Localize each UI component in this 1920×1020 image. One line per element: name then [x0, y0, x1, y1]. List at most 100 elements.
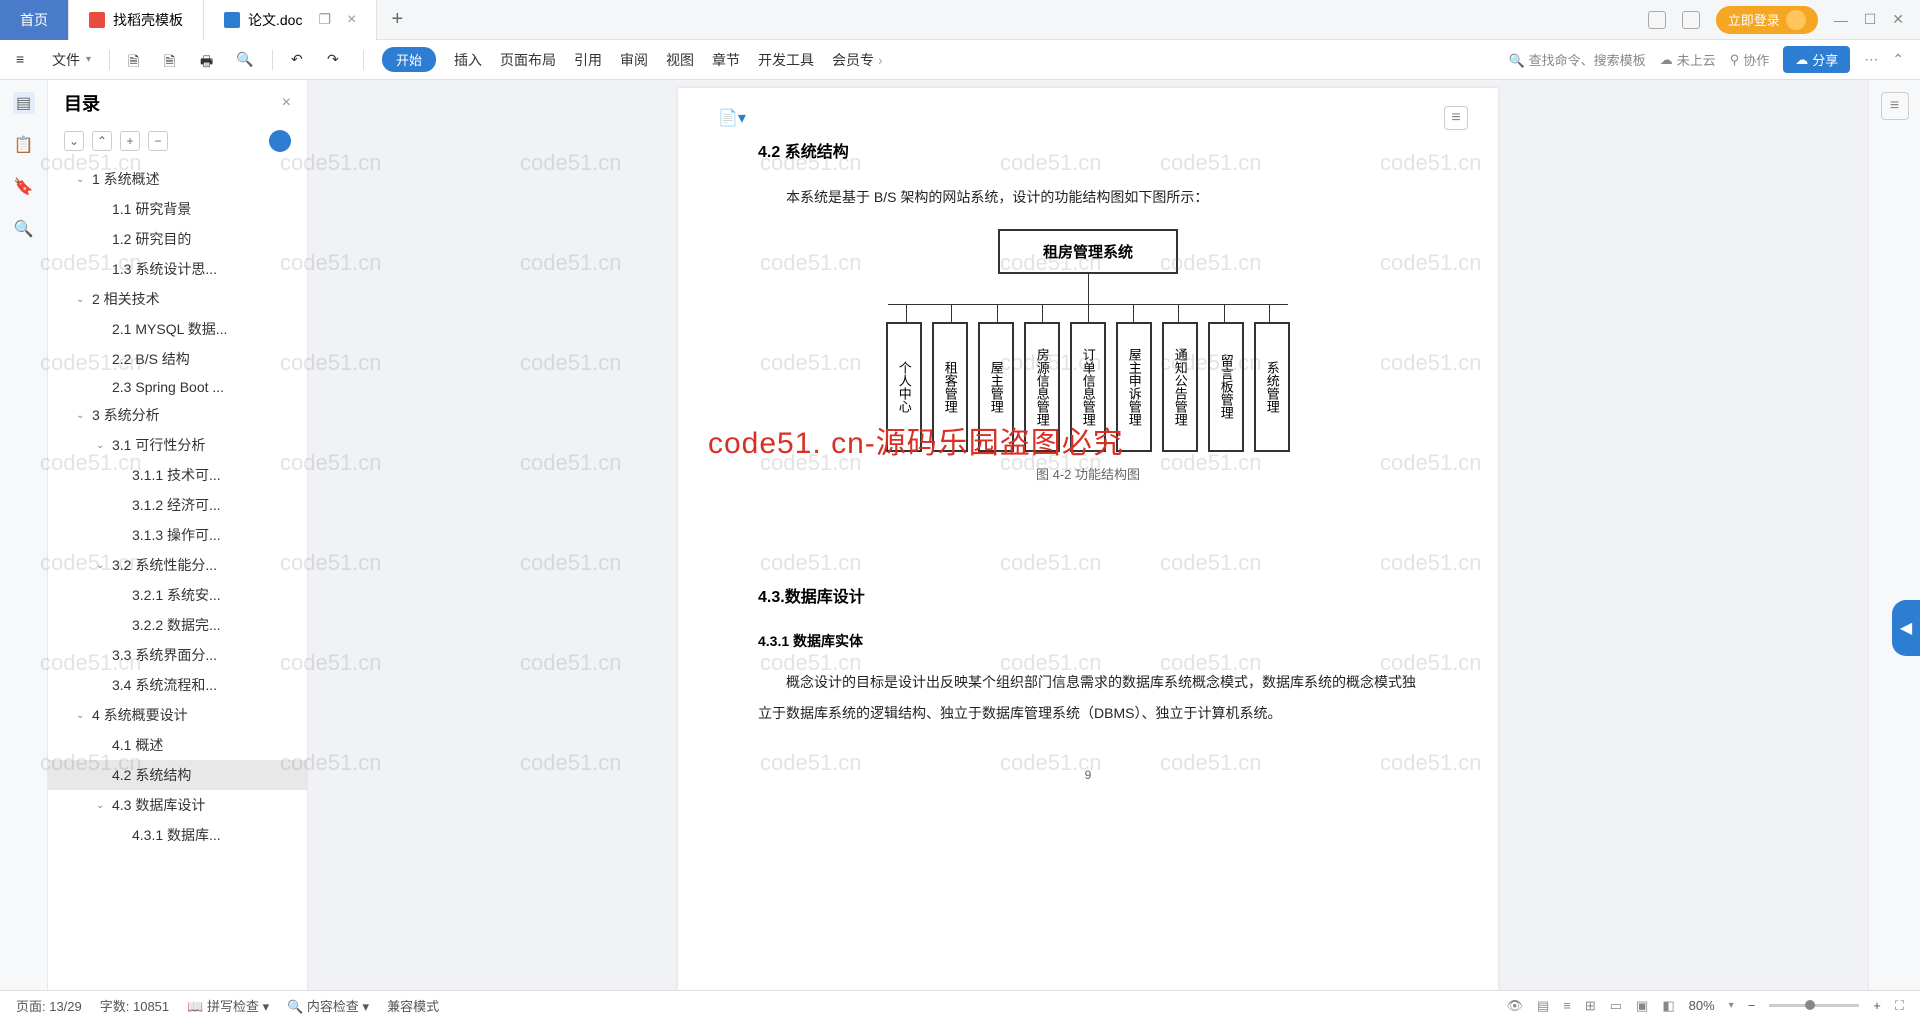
- outline-item[interactable]: 1.3 系统设计思...: [48, 254, 307, 284]
- expand-all-icon[interactable]: ⌃: [92, 131, 112, 151]
- status-bar: 页面: 13/29 字数: 10851 📖 拼写检查 ▾ 🔍 内容检查 ▾ 兼容…: [0, 990, 1920, 1020]
- status-compat[interactable]: 兼容模式: [387, 996, 439, 1015]
- view-outline-icon[interactable]: ≡: [1563, 998, 1571, 1013]
- minimize-button[interactable]: —: [1834, 12, 1848, 28]
- zoom-value[interactable]: 80%: [1689, 998, 1715, 1013]
- ribbon-toolbar: ≡ 文件 ▾ 🗎 🗎 🖶 🔍 ↶ ↷ 开始 插入 页面布局 引用 审阅 视图 章…: [0, 40, 1920, 80]
- view-read-icon[interactable]: ▭: [1610, 998, 1622, 1014]
- ruler-icon[interactable]: ◧: [1662, 998, 1674, 1014]
- layout-icon[interactable]: [1648, 11, 1666, 29]
- outline-item[interactable]: ⌄4 系统概要设计: [48, 700, 307, 730]
- page-options-icon[interactable]: ≡: [1444, 106, 1468, 130]
- print-preview-icon[interactable]: 🔍: [236, 51, 254, 69]
- remove-heading-icon[interactable]: −: [148, 131, 168, 151]
- command-search[interactable]: 🔍 查找命令、搜索模板: [1509, 50, 1646, 69]
- more-icon[interactable]: ⋯: [1864, 51, 1878, 68]
- right-rail-toggle-icon[interactable]: ≡: [1881, 92, 1909, 120]
- ribbon-start[interactable]: 开始: [382, 47, 436, 72]
- outline-item-label: 3 系统分析: [92, 405, 160, 425]
- outline-item[interactable]: 3.1.3 操作可...: [48, 520, 307, 550]
- outline-sync-icon[interactable]: [269, 130, 291, 152]
- tab-document[interactable]: 论文.doc ❐ ×: [204, 0, 377, 40]
- print-icon[interactable]: 🖶: [200, 51, 218, 69]
- status-page[interactable]: 页面: 13/29: [16, 996, 82, 1015]
- ribbon-dev-tools[interactable]: 开发工具: [758, 50, 814, 70]
- outline-item-label: 3.1.2 经济可...: [132, 495, 221, 515]
- apps-icon[interactable]: [1682, 11, 1700, 29]
- outline-item[interactable]: ⌄2 相关技术: [48, 284, 307, 314]
- outline-close-icon[interactable]: ×: [282, 94, 291, 112]
- outline-item[interactable]: 3.2.2 数据完...: [48, 610, 307, 640]
- outline-item-label: 3.1 可行性分析: [112, 435, 205, 455]
- outline-item[interactable]: 3.1.2 经济可...: [48, 490, 307, 520]
- cloud-status[interactable]: ☁ 未上云: [1660, 50, 1716, 69]
- close-tab-icon[interactable]: ×: [347, 11, 356, 29]
- redo-icon[interactable]: ↷: [327, 51, 345, 69]
- outline-item[interactable]: ⌄1 系统概述: [48, 164, 307, 194]
- outline-item[interactable]: ⌄ 3.1 可行性分析: [48, 430, 307, 460]
- outline-item[interactable]: 3.4 系统流程和...: [48, 670, 307, 700]
- ribbon-page-layout[interactable]: 页面布局: [500, 50, 556, 70]
- clipboard-icon[interactable]: 📋: [13, 134, 35, 156]
- status-words[interactable]: 字数: 10851: [100, 996, 169, 1015]
- ribbon-insert[interactable]: 插入: [454, 50, 482, 70]
- status-content-check[interactable]: 🔍 内容检查 ▾: [287, 996, 369, 1015]
- outline-item[interactable]: ⌄3.2 系统性能分...: [48, 550, 307, 580]
- outline-item[interactable]: 3.3 系统界面分...: [48, 640, 307, 670]
- ribbon-view[interactable]: 视图: [666, 50, 694, 70]
- chevron-down-icon: ⌄: [76, 710, 86, 721]
- ribbon-member[interactable]: 会员专 ›: [832, 50, 883, 70]
- zoom-slider[interactable]: [1769, 1004, 1859, 1007]
- outline-item[interactable]: 3.2.1 系统安...: [48, 580, 307, 610]
- add-tab-button[interactable]: +: [377, 8, 417, 31]
- outline-item[interactable]: 1.2 研究目的: [48, 224, 307, 254]
- ribbon-reference[interactable]: 引用: [574, 50, 602, 70]
- document-canvas[interactable]: 📄▾ ≡ 4.2 系统结构 本系统是基于 B/S 架构的网站系统，设计的功能结构…: [308, 80, 1868, 990]
- floating-side-tab[interactable]: ◀: [1892, 600, 1920, 656]
- ribbon-chapter[interactable]: 章节: [712, 50, 740, 70]
- outline-item[interactable]: ⌄4.3 数据库设计: [48, 790, 307, 820]
- expand-ribbon-icon[interactable]: ⌃: [1892, 51, 1904, 68]
- save-as-icon[interactable]: 🗎: [164, 51, 182, 69]
- bookmark-icon[interactable]: 🔖: [13, 176, 35, 198]
- outline-item[interactable]: 4.2 系统结构: [48, 760, 307, 790]
- outline-icon[interactable]: ▤: [13, 92, 35, 114]
- view-page-icon[interactable]: ▤: [1537, 998, 1549, 1014]
- undo-icon[interactable]: ↶: [291, 51, 309, 69]
- zoom-out-icon[interactable]: −: [1748, 998, 1756, 1013]
- view-focus-icon[interactable]: ▣: [1636, 998, 1648, 1014]
- chevron-down-icon: ⌄: [96, 440, 106, 451]
- outline-item[interactable]: ⌄3 系统分析: [48, 400, 307, 430]
- share-button[interactable]: ☁ 分享: [1783, 46, 1850, 73]
- ribbon-review[interactable]: 审阅: [620, 50, 648, 70]
- tab-home[interactable]: 首页: [0, 0, 69, 40]
- save-icon[interactable]: 🗎: [128, 51, 146, 69]
- fullscreen-icon[interactable]: ⛶: [1895, 998, 1904, 1014]
- menu-icon[interactable]: ≡: [16, 51, 34, 69]
- outline-item[interactable]: 3.1.1 技术可...: [48, 460, 307, 490]
- outline-item[interactable]: 2.2 B/S 结构: [48, 344, 307, 374]
- file-menu[interactable]: 文件 ▾: [52, 50, 91, 70]
- login-button[interactable]: 立即登录: [1716, 6, 1818, 34]
- outline-item[interactable]: 4.1 概述: [48, 730, 307, 760]
- outline-item[interactable]: 2.3 Spring Boot ...: [48, 374, 307, 400]
- eye-icon[interactable]: 👁: [1506, 998, 1523, 1014]
- status-spellcheck[interactable]: 📖 拼写检查 ▾: [187, 996, 269, 1015]
- collaborate-button[interactable]: ⚲ 协作: [1730, 50, 1770, 69]
- outline-item[interactable]: 1.1 研究背景: [48, 194, 307, 224]
- add-heading-icon[interactable]: +: [120, 131, 140, 151]
- zoom-in-icon[interactable]: +: [1873, 998, 1881, 1013]
- view-web-icon[interactable]: ⊞: [1585, 998, 1596, 1014]
- collapse-all-icon[interactable]: ⌄: [64, 131, 84, 151]
- popout-icon[interactable]: ❐: [318, 11, 331, 28]
- outline-item[interactable]: 4.3.1 数据库...: [48, 820, 307, 850]
- maximize-button[interactable]: ☐: [1864, 11, 1877, 28]
- close-window-button[interactable]: ✕: [1892, 11, 1904, 28]
- outline-title: 目录: [64, 90, 100, 116]
- outline-item-label: 3.1.3 操作可...: [132, 525, 221, 545]
- outline-item-label: 1.1 研究背景: [112, 199, 191, 219]
- tab-template[interactable]: 找稻壳模板: [69, 0, 204, 40]
- search-panel-icon[interactable]: 🔍: [13, 218, 35, 240]
- outline-item[interactable]: 2.1 MYSQL 数据...: [48, 314, 307, 344]
- outline-item-label: 3.1.1 技术可...: [132, 465, 221, 485]
